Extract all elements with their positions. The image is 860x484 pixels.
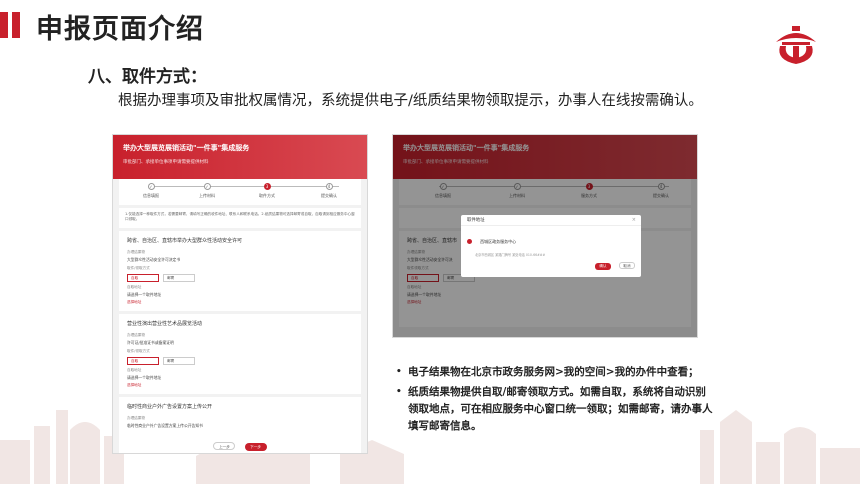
section-description: 根据办理事项及审批权属情况，系统提供电子/纸质结果物领取提示，办事人在线按需确认…: [118, 93, 703, 109]
notice-text: 1.仅能选择一种取件方式，若需要邮寄，请填写正确的收件地址、联系人和联系电话。2…: [119, 208, 361, 228]
pickup-address-dialog: 取件地址 × 西城区政务服务中心 北京市西城区 某路门牌号 某处电话 010-6…: [461, 215, 641, 277]
slide-title: 申报页面介绍: [36, 14, 204, 45]
item-card: 营业性演出营业性艺术品展览活动 办理结果物 许可证/批准证书或备案证明 取件/领…: [119, 314, 361, 394]
step-3: 3 取件方式: [237, 183, 297, 199]
card-title: 营业性演出营业性艺术品展览活动: [127, 321, 203, 327]
card-title: 跨省、自治区、直辖市举办大型群众性活动安全许可: [127, 238, 243, 244]
prev-step-button[interactable]: 上一步: [213, 442, 236, 450]
field-label: 取件/领取方式: [127, 349, 150, 353]
radio-selected-icon[interactable]: [467, 239, 472, 244]
step-progress: ✓ 信息填报 ✓ 上传材料 3 取件方式 4 提交确认: [119, 179, 361, 205]
form-screenshot-left: 举办大型展览展销活动"一件事"集成服务 审批部门、承接单位事项申请需要提供材料 …: [112, 134, 368, 454]
step-dot: ✓: [203, 183, 211, 190]
bullet-item: 电子结果物在北京市政务服务网>我的空间>我的办件中查看；: [396, 364, 716, 381]
title-accent-bar: [0, 12, 8, 38]
field-value: 大型群众性活动安全许可决定书: [127, 257, 181, 262]
item-card: 跨省、自治区、直辖市举办大型群众性活动安全许可 办理结果物 大型群众性活动安全许…: [119, 231, 361, 311]
item-card: 临时性商业户外广告设置方案上传公开 办理结果物 临时性商业户外广告设置方案上传公…: [119, 397, 361, 453]
beijing-gov-logo-icon: [776, 26, 816, 64]
banner-title: 举办大型展览展销活动"一件事"集成服务: [123, 144, 250, 152]
cancel-button[interactable]: 取消: [619, 262, 635, 269]
step-dot: 4: [325, 183, 333, 190]
option-mail[interactable]: 邮寄: [163, 357, 195, 365]
service-banner: 举办大型展览展销活动"一件事"集成服务 审批部门、承接单位事项申请需要提供材料: [113, 135, 367, 179]
pickup-options: 自取 邮寄: [127, 274, 353, 282]
field-value: 请选择一个取件地址: [127, 375, 162, 380]
select-address-link[interactable]: 选择地址: [127, 383, 353, 388]
step-1: ✓ 信息填报: [121, 183, 181, 199]
step-2: ✓ 上传材料: [177, 183, 237, 199]
field-label: 取件/领取方式: [127, 266, 150, 270]
dialog-header: 取件地址 ×: [461, 215, 641, 226]
option-mail[interactable]: 邮寄: [163, 274, 195, 282]
select-address-link[interactable]: 选择地址: [127, 300, 353, 305]
bullet-list: 电子结果物在北京市政务服务网>我的空间>我的办件中查看； 纸质结果物提供自取/邮…: [396, 364, 716, 435]
step-label: 提交确认: [321, 193, 337, 198]
field-value: 临时性商业户外广告设置方案上传公开告知书: [127, 423, 203, 428]
step-4: 4 提交确认: [299, 183, 359, 199]
step-dot: ✓: [147, 183, 155, 190]
confirm-button[interactable]: 确认: [594, 263, 611, 270]
field-value: 许可证/批准证书或备案证明: [127, 340, 174, 345]
field-label: 自取地址: [127, 285, 142, 289]
dialog-buttons: 确认 取消: [592, 252, 635, 271]
bullet-item: 纸质结果物提供自取/邮寄领取方式。如需自取，系统将自动识别领取地点，可在相应服务…: [396, 384, 716, 435]
option-self-pickup[interactable]: 自取: [127, 357, 159, 365]
close-icon[interactable]: ×: [632, 215, 636, 226]
field-value: 请选择一个取件地址: [127, 292, 162, 297]
banner-subtitle: 审批部门、承接单位事项申请需要提供材料: [123, 160, 209, 165]
step-label: 上传材料: [199, 193, 215, 198]
title-accent-bar: [12, 12, 20, 38]
step-label: 信息填报: [143, 193, 159, 198]
field-label: 办理结果物: [127, 416, 145, 420]
field-label: 自取地址: [127, 368, 142, 372]
option-self-pickup[interactable]: 自取: [127, 274, 159, 282]
field-label: 办理结果物: [127, 250, 145, 254]
step-buttons: 上一步 下一步: [127, 433, 353, 452]
next-step-button[interactable]: 下一步: [244, 443, 267, 451]
step-label: 取件方式: [259, 193, 275, 198]
pickup-options: 自取 邮寄: [127, 357, 353, 365]
card-title: 临时性商业户外广告设置方案上传公开: [127, 404, 213, 410]
field-label: 办理结果物: [127, 333, 145, 337]
service-center-name[interactable]: 西城区政务服务中心: [480, 239, 516, 244]
form-screenshot-right: 举办大型展览展销活动"一件事"集成服务 审批部门、承接单位事项申请需要提供材料 …: [392, 134, 698, 338]
step-dot-active: 3: [263, 183, 271, 190]
section-title: 八、取件方式：: [88, 67, 207, 87]
dialog-title: 取件地址: [467, 218, 485, 223]
